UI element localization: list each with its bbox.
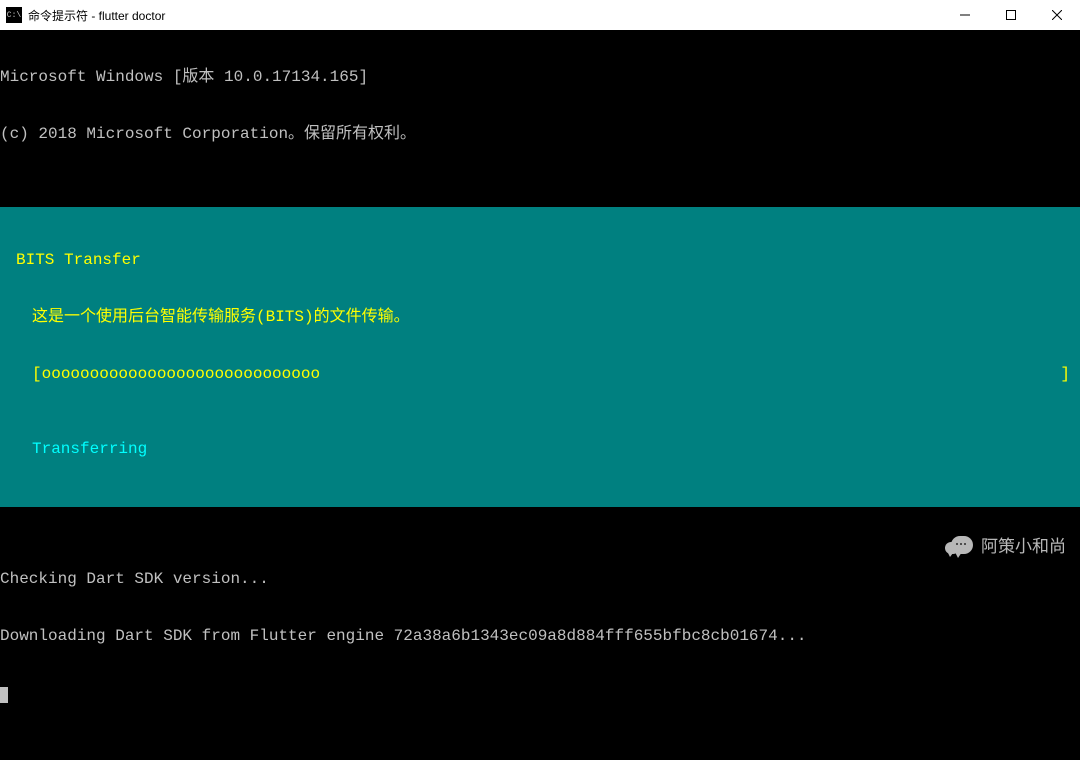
wechat-icon	[945, 534, 975, 558]
close-button[interactable]	[1034, 0, 1080, 30]
terminal-area[interactable]: Microsoft Windows [版本 10.0.17134.165] (c…	[0, 30, 1080, 564]
window-titlebar: C:\ 命令提示符 - flutter doctor	[0, 0, 1080, 30]
cursor	[0, 687, 8, 703]
header-line-2: (c) 2018 Microsoft Corporation。保留所有权利。	[0, 125, 1080, 144]
maximize-button[interactable]	[988, 0, 1034, 30]
window-title: 命令提示符 - flutter doctor	[28, 7, 165, 24]
header-line-1: Microsoft Windows [版本 10.0.17134.165]	[0, 68, 1080, 87]
bits-progress-block: BITS Transfer 这是一个使用后台智能传输服务(BITS)的文件传输。…	[0, 207, 1080, 507]
progress-description: 这是一个使用后台智能传输服务(BITS)的文件传输。	[0, 308, 1080, 327]
progress-bar: [ooooooooooooooooooooooooooooo]	[0, 365, 1080, 384]
cmd-icon: C:\	[6, 7, 22, 23]
cursor-line	[0, 684, 1080, 703]
progress-bar-close: ]	[1060, 365, 1080, 384]
progress-title: BITS Transfer	[0, 251, 1080, 270]
progress-status: Transferring	[0, 440, 1080, 459]
output-line-1: Checking Dart SDK version...	[0, 570, 1080, 589]
progress-bar-fill: ooooooooooooooooooooooooooooo	[42, 365, 320, 384]
progress-bar-space	[320, 365, 1060, 384]
watermark: 阿策小和尚	[945, 534, 1066, 558]
output-line-2: Downloading Dart SDK from Flutter engine…	[0, 627, 1080, 646]
window-controls	[942, 0, 1080, 30]
cmd-icon-text: C:\	[7, 11, 21, 20]
progress-bar-open: [	[32, 365, 42, 384]
minimize-button[interactable]	[942, 0, 988, 30]
